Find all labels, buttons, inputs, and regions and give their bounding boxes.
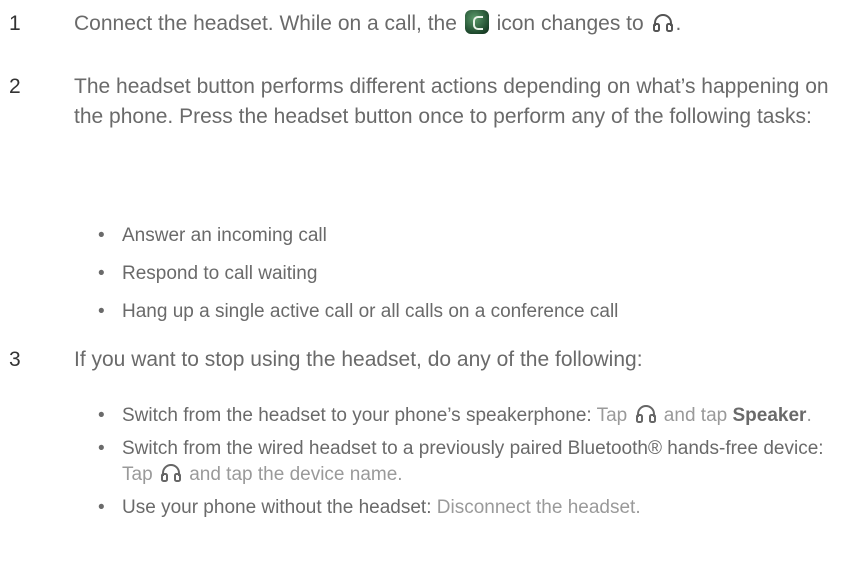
- step-number: 2: [9, 75, 21, 98]
- step-3-bullets: • Switch from the headset to your phone’…: [98, 403, 838, 521]
- bullet-icon: •: [98, 405, 105, 426]
- phone-call-icon: [464, 10, 489, 34]
- step-text-part: icon changes to: [490, 12, 650, 35]
- list-item: • Switch from the wired headset to a pre…: [98, 438, 824, 485]
- headset-icon: [652, 14, 673, 32]
- list-item: • Switch from the headset to your phone’…: [98, 403, 838, 429]
- headset-icon: [635, 405, 656, 423]
- bullet-icon: •: [98, 225, 105, 246]
- step-text-part: .: [675, 12, 682, 35]
- step-number: 1: [9, 12, 21, 35]
- step-number: 3: [9, 348, 21, 371]
- speaker-label: Speaker: [732, 405, 807, 426]
- step-text-part: Connect the headset. While on a call, th…: [74, 12, 463, 35]
- bullet-icon: •: [98, 497, 105, 518]
- bullet-icon: •: [98, 301, 105, 322]
- step-text: Connect the headset. While on a call, th…: [74, 9, 834, 39]
- step-text: If you want to stop using the headset, d…: [74, 348, 643, 371]
- list-item: • Hang up a single active call or all cal…: [98, 299, 838, 325]
- step-text: The headset button performs different ac…: [74, 75, 829, 128]
- list-item: • Use your phone without the headset: Di…: [98, 495, 838, 521]
- headset-icon: [160, 464, 181, 482]
- step-2-bullets: • Answer an incoming call • Respond to cal…: [98, 223, 838, 325]
- bullet-icon: •: [98, 263, 105, 284]
- list-item: • Respond to call waiting: [98, 261, 838, 287]
- document-page: 1 Connect the headset. While on a call, …: [0, 0, 848, 577]
- list-item: • Answer an incoming call: [98, 223, 838, 249]
- bullet-icon: •: [98, 438, 105, 459]
